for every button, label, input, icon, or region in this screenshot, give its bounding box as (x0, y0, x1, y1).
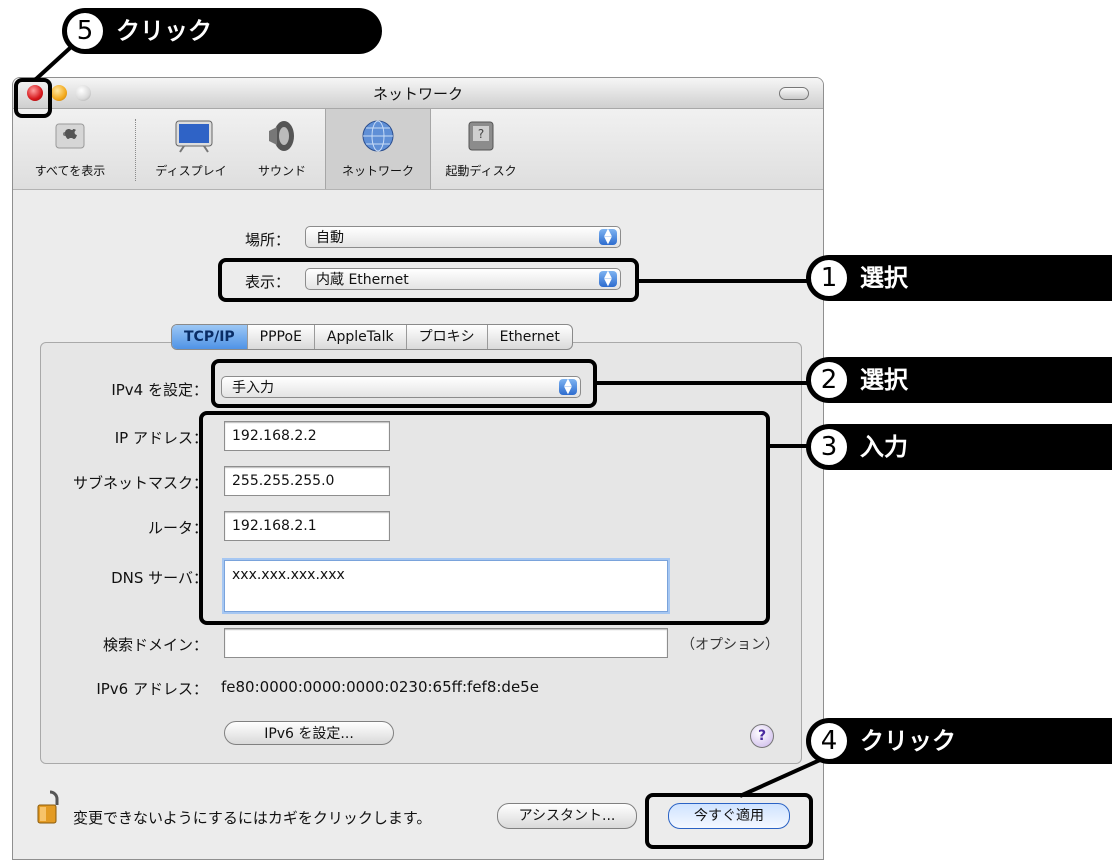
toolbar-item-network[interactable]: ネットワーク (325, 109, 431, 189)
location-popup[interactable]: 自動 ▲ ▼ (305, 226, 621, 248)
toolbar-label: 起動ディスク (445, 164, 517, 178)
toolbar: すべてを表示 ディスプレイ サウンド ネットワーク ? 起動ディスク (13, 109, 823, 190)
connector-5 (30, 46, 80, 82)
toolbar-label: サウンド (257, 164, 306, 178)
connector-4 (735, 758, 855, 798)
highlight-ipv4-popup (211, 359, 597, 408)
subnet-mask-label: サブネットマスク： (72, 474, 208, 492)
optional-hint: （オプション） (681, 637, 779, 653)
display-icon (174, 119, 213, 153)
ipv6-address-label: IPv6 アドレス： (96, 680, 208, 698)
help-icon[interactable]: ? (750, 724, 774, 748)
location-value: 自動 (316, 230, 344, 246)
popup-arrows-icon: ▲ ▼ (599, 228, 617, 246)
dns-server-label: DNS サーバ： (111, 569, 208, 587)
callout-5: 5 クリック (62, 8, 382, 54)
callout-4: 4 クリック (806, 718, 1112, 764)
toolbar-item-startup-disk[interactable]: ? 起動ディスク (431, 109, 531, 189)
title-bar[interactable]: ネットワーク (13, 78, 823, 109)
highlight-apply-button (645, 793, 813, 849)
startup-disk-icon: ? (464, 119, 498, 153)
ip-address-label: IP アドレス： (114, 429, 208, 447)
callout-1: 1 選択 (806, 255, 1112, 301)
tab-bar: TCP/IP PPPoE AppleTalk プロキシ Ethernet (171, 324, 573, 350)
location-label: 場所： (244, 231, 290, 249)
connector-1 (639, 279, 809, 283)
tab-appletalk[interactable]: AppleTalk (315, 325, 407, 349)
connector-2 (597, 381, 809, 385)
svg-text:?: ? (478, 127, 484, 141)
ipv6-address-value: fe80:0000:0000:0000:0230:65ff:fef8:de5e (221, 678, 539, 696)
lock-instruction-text: 変更できないようにするにはカギをクリックします。 (73, 809, 432, 827)
toolbar-item-sound[interactable]: サウンド (241, 109, 323, 189)
callout-2: 2 選択 (806, 357, 1112, 403)
toolbar-label: ディスプレイ (155, 164, 227, 178)
toolbar-separator (135, 119, 137, 181)
highlight-close-button (14, 78, 52, 118)
toolbar-label: すべてを表示 (34, 164, 106, 178)
toolbar-item-show-all[interactable]: すべてを表示 (15, 109, 125, 189)
connector-3 (770, 444, 810, 448)
callout-text: 入力 (860, 433, 908, 461)
callout-text: 選択 (860, 366, 908, 394)
assistant-button[interactable]: アシスタント... (497, 803, 637, 829)
router-label: ルータ： (147, 519, 208, 537)
speaker-icon (265, 119, 299, 153)
callout-number: 2 (809, 360, 849, 400)
globe-icon (361, 119, 395, 153)
search-domain-field[interactable] (224, 628, 668, 658)
tab-ethernet[interactable]: Ethernet (488, 325, 572, 349)
toolbar-label: ネットワーク (341, 164, 414, 178)
tab-pppoe[interactable]: PPPoE (248, 325, 315, 349)
highlight-show-popup (218, 258, 639, 302)
callout-3: 3 入力 (806, 424, 1112, 470)
ipv4-config-label: IPv4 を設定： (111, 381, 208, 399)
callout-text: 選択 (860, 264, 908, 292)
tab-tcpip[interactable]: TCP/IP (172, 325, 248, 349)
callout-number: 5 (65, 11, 105, 51)
highlight-address-fields (199, 411, 770, 625)
callout-text: クリック (860, 727, 956, 755)
toolbar-toggle-button[interactable] (779, 87, 809, 100)
window-title: ネットワーク (372, 85, 463, 103)
configure-ipv6-button[interactable]: IPv6 を設定... (224, 721, 394, 745)
toolbar-item-display[interactable]: ディスプレイ (141, 109, 241, 189)
callout-number: 4 (809, 721, 849, 761)
search-domain-label: 検索ドメイン： (102, 636, 208, 654)
callout-number: 1 (809, 258, 849, 298)
lock-icon[interactable] (37, 788, 61, 824)
callout-number: 3 (809, 427, 849, 467)
tab-proxy[interactable]: プロキシ (407, 325, 488, 349)
callout-text: クリック (116, 17, 212, 45)
apple-grid-icon (53, 119, 87, 153)
